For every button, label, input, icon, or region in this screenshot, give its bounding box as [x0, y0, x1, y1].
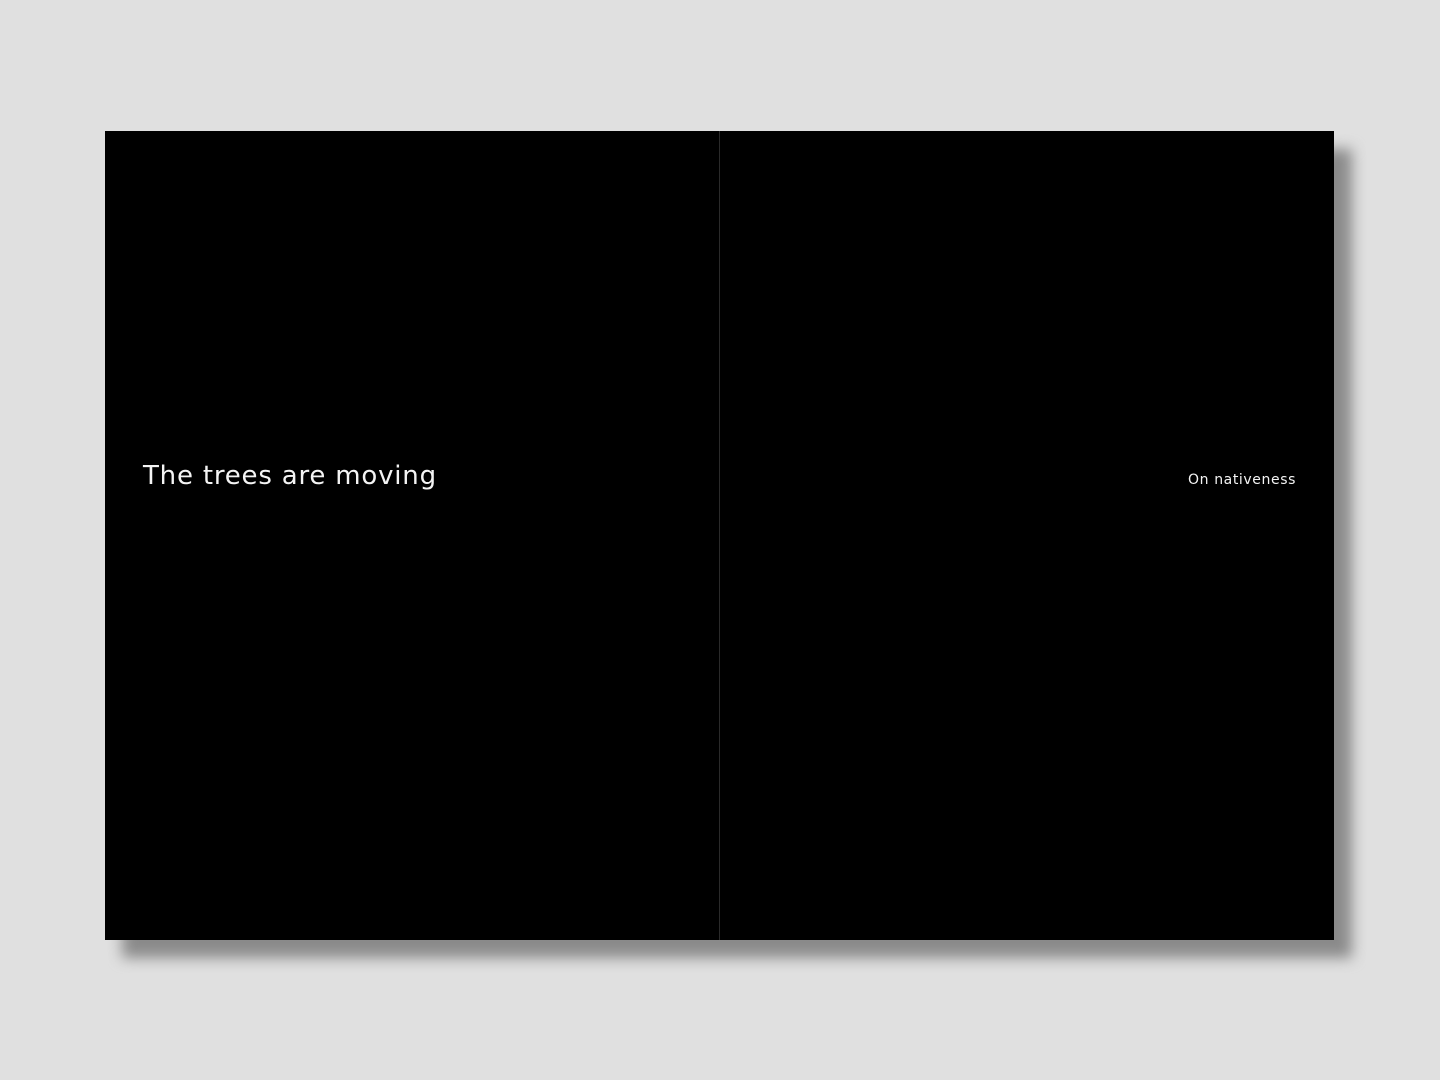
right-page: On nativeness: [720, 131, 1334, 940]
left-page-title: The trees are moving: [143, 461, 437, 491]
stage: The trees are moving On nativeness: [0, 0, 1440, 1080]
book-spread: The trees are moving On nativeness: [105, 131, 1334, 940]
right-page-title: On nativeness: [1188, 472, 1296, 488]
left-page: The trees are moving: [105, 131, 719, 940]
